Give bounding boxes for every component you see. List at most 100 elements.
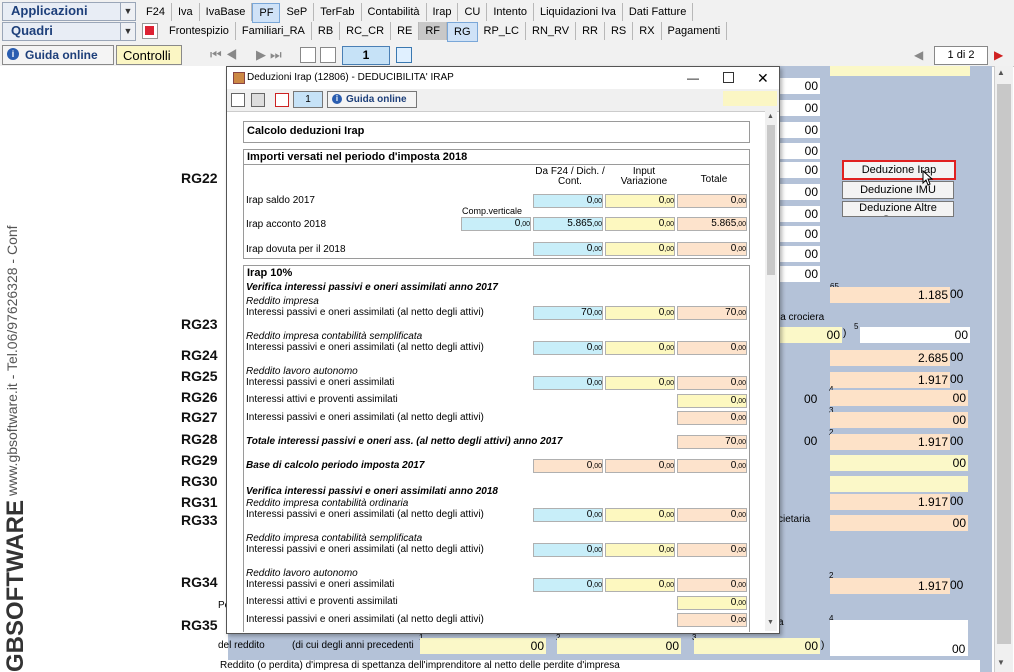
tab-intento[interactable]: Intento [487, 3, 534, 21]
dialog-scrollbar[interactable]: ▲ ▼ [765, 111, 777, 631]
tab-cu[interactable]: CU [458, 3, 488, 21]
dialog-page-input[interactable]: 1 [293, 91, 323, 108]
rg35-field-1[interactable]: 00 [420, 638, 546, 654]
tab-rc-cr[interactable]: RC_CR [340, 22, 392, 40]
scroll-down-icon[interactable]: ▼ [767, 619, 774, 626]
tab-terfab[interactable]: TerFab [314, 3, 362, 21]
tab-iva[interactable]: Iva [172, 3, 200, 21]
irap-dovuta-f24[interactable]: 0,00 [533, 242, 603, 256]
value-rg25[interactable]: 1.917 [830, 372, 950, 388]
r1-f24[interactable]: 70,00 [533, 306, 603, 320]
scroll-down-icon[interactable]: ▼ [997, 658, 1005, 667]
r10-input[interactable]: 0,00 [605, 578, 675, 592]
rg35-field-3[interactable]: 00 [694, 638, 820, 654]
chevron-down-icon[interactable]: ▼ [120, 3, 135, 20]
tab-rf[interactable]: RF [419, 22, 448, 40]
irap-saldo-input[interactable]: 0,00 [605, 194, 675, 208]
r8-input[interactable]: 0,00 [605, 508, 675, 522]
irap-acconto-f24[interactable]: 5.865,00 [533, 217, 603, 231]
controlli-button[interactable]: Controlli [116, 45, 182, 65]
tab-f24[interactable]: F24 [140, 3, 172, 21]
deduzione-altre-spese-button[interactable]: Deduzione Altre Spese [842, 201, 954, 217]
tab-frontespizio[interactable]: Frontespizio [163, 22, 236, 40]
pdf-icon[interactable] [142, 23, 158, 39]
r3-input[interactable]: 0,00 [605, 376, 675, 390]
field-00[interactable]: 00 [778, 122, 820, 138]
r2-input[interactable]: 0,00 [605, 341, 675, 355]
r1-input[interactable]: 0,00 [605, 306, 675, 320]
nav-arrows-right[interactable]: ▶⏭ [256, 47, 286, 63]
deduzione-imu-button[interactable]: Deduzione IMU [842, 181, 954, 199]
r8-f24[interactable]: 0,00 [533, 508, 603, 522]
tab-sep[interactable]: SeP [280, 3, 315, 21]
value-rg33[interactable]: 00 [830, 515, 968, 531]
field-00[interactable]: 00 [778, 143, 820, 159]
irap-dovuta-input[interactable]: 0,00 [605, 242, 675, 256]
rg23-field-b[interactable]: 00 [860, 327, 970, 343]
field-00[interactable]: 00 [778, 266, 820, 282]
maximize-icon[interactable] [723, 72, 734, 83]
print-icon[interactable] [251, 93, 265, 107]
delete-icon[interactable] [275, 93, 289, 107]
r10-f24[interactable]: 0,00 [533, 578, 603, 592]
rg35-field-2[interactable]: 00 [557, 638, 681, 654]
tab-rg[interactable]: RG [447, 22, 478, 42]
value-rg24[interactable]: 2.685 [830, 350, 950, 366]
dialog-yellow-field[interactable] [723, 91, 777, 106]
field-00[interactable]: 00 [778, 206, 820, 222]
scroll-thumb[interactable] [767, 125, 775, 275]
tab-familiari-ra[interactable]: Familiari_RA [236, 22, 312, 40]
r9-f24[interactable]: 0,00 [533, 543, 603, 557]
value-rg29[interactable]: 00 [830, 455, 968, 471]
field-00[interactable]: 00 [778, 162, 820, 178]
tab-re[interactable]: RE [391, 22, 420, 40]
minimize-icon[interactable]: — [687, 67, 699, 89]
tab-contabilita[interactable]: Contabilità [362, 3, 427, 21]
tab-rs[interactable]: RS [605, 22, 634, 40]
field-00[interactable]: 00 [778, 246, 820, 262]
prev-page-icon[interactable]: ◀ [914, 48, 923, 62]
irap-acconto-input[interactable]: 0,00 [605, 217, 675, 231]
close-icon[interactable]: ✕ [757, 67, 769, 89]
value-rg27[interactable]: 00 [830, 412, 968, 428]
tab-pf[interactable]: PF [252, 3, 281, 23]
nav-arrows-left[interactable]: ⏮◀ [210, 47, 241, 63]
tab-rx[interactable]: RX [633, 22, 662, 40]
deduzione-irap-button[interactable]: Deduzione Irap [842, 160, 956, 180]
field-00[interactable]: 00 [778, 184, 820, 200]
chevron-down-icon[interactable]: ▼ [120, 23, 135, 40]
value-rg34[interactable]: 1.917 [830, 578, 950, 594]
guida-online-button[interactable]: i Guida online [2, 45, 114, 65]
copy-icon[interactable] [300, 47, 316, 63]
tab-irap[interactable]: Irap [427, 3, 459, 21]
r3-f24[interactable]: 0,00 [533, 376, 603, 390]
tab-liquidazioni-iva[interactable]: Liquidazioni Iva [534, 3, 623, 21]
r11-totale[interactable]: 0,00 [677, 596, 747, 610]
delete-page-icon[interactable] [320, 47, 336, 63]
scroll-thumb[interactable] [997, 84, 1011, 644]
value-rg28[interactable]: 1.917 [830, 434, 950, 450]
scroll-up-icon[interactable]: ▲ [997, 68, 1005, 77]
value-rg35[interactable] [830, 620, 968, 656]
tab-rb[interactable]: RB [312, 22, 341, 40]
field-00[interactable]: 00 [778, 226, 820, 242]
value-rg26[interactable]: 00 [830, 390, 968, 406]
rg23-field-a[interactable]: 00 [778, 327, 842, 343]
tab-rn-rv[interactable]: RN_RV [526, 22, 577, 40]
field-00[interactable]: 00 [778, 78, 820, 94]
field-00[interactable]: 00 [778, 100, 820, 116]
next-page-icon[interactable]: ▶ [994, 48, 1003, 62]
irap-acconto-comp[interactable]: 0,00 [461, 217, 531, 231]
search-page-icon[interactable] [396, 47, 412, 63]
tab-dati-fatture[interactable]: Dati Fatture [623, 3, 694, 21]
tab-ivabase[interactable]: IvaBase [200, 3, 253, 21]
r4-totale[interactable]: 0,00 [677, 394, 747, 408]
page-number-input[interactable]: 1 [342, 46, 390, 65]
top-field[interactable] [830, 66, 970, 76]
applicazioni-combo[interactable]: Applicazioni ▼ [2, 2, 136, 21]
main-scrollbar[interactable]: ▲ ▼ [994, 66, 1013, 672]
exit-icon[interactable] [231, 93, 245, 107]
value-rg30[interactable] [830, 476, 968, 492]
tab-pagamenti[interactable]: Pagamenti [662, 22, 728, 40]
tab-rp-lc[interactable]: RP_LC [478, 22, 526, 40]
